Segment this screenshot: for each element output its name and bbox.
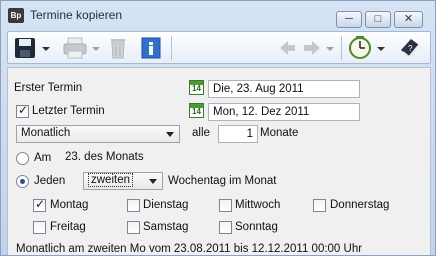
mode-am-label: Am bbox=[34, 152, 52, 164]
weekday-label: Sonntag bbox=[235, 221, 278, 233]
info-button[interactable] bbox=[139, 35, 163, 61]
toolbar: ? bbox=[7, 31, 431, 64]
maximize-icon: □ bbox=[374, 13, 382, 25]
copy-appointments-window: Bp Termine kopieren ─ □ ✕ ? Erster Termi… bbox=[0, 0, 436, 256]
clock-icon bbox=[349, 36, 385, 59]
last-date-checkbox[interactable] bbox=[16, 103, 29, 118]
toolbar-separator bbox=[171, 36, 172, 60]
maximize-button[interactable]: □ bbox=[365, 11, 391, 28]
weekday-suffix-label: Wochentag im Monat bbox=[168, 175, 277, 187]
close-button[interactable]: ✕ bbox=[394, 11, 423, 28]
last-date-calendar-icon[interactable]: 14 bbox=[189, 103, 204, 118]
delete-icon bbox=[111, 39, 125, 59]
chevron-down-icon bbox=[166, 132, 174, 137]
weekday-checkbox-dienstag[interactable] bbox=[127, 199, 140, 212]
weekday-checkbox-samstag[interactable] bbox=[127, 221, 140, 234]
last-date-label: Letzter Termin bbox=[32, 105, 105, 117]
minimize-icon: ─ bbox=[345, 13, 353, 25]
minimize-button[interactable]: ─ bbox=[336, 11, 362, 28]
back-button[interactable] bbox=[277, 35, 297, 61]
weekday-checkbox-donnerstag[interactable] bbox=[313, 199, 326, 212]
delete-button[interactable] bbox=[106, 35, 130, 61]
weekday-checkbox-sonntag[interactable] bbox=[219, 221, 232, 234]
forward-button[interactable] bbox=[301, 35, 335, 61]
mode-jeden-label: Jeden bbox=[34, 175, 66, 187]
close-icon: ✕ bbox=[403, 13, 414, 25]
ordinal-select[interactable]: zweiten bbox=[83, 172, 163, 190]
print-button[interactable] bbox=[62, 35, 102, 61]
schedule-button[interactable] bbox=[347, 35, 387, 61]
print-icon bbox=[63, 37, 100, 59]
every-unit-label: Monate bbox=[260, 127, 299, 139]
interval-select-value: Monatlich bbox=[21, 127, 71, 139]
forward-arrow-icon bbox=[304, 41, 334, 55]
weekday-label: Dienstag bbox=[143, 199, 189, 211]
back-arrow-icon bbox=[280, 41, 295, 55]
calendar-number: 14 bbox=[192, 107, 201, 116]
weekday-label: Samstag bbox=[143, 221, 189, 233]
first-date-field[interactable]: Die, 23. Aug 2011 bbox=[208, 80, 360, 98]
chevron-down-icon bbox=[149, 179, 157, 184]
weekday-checkbox-freitag[interactable] bbox=[33, 221, 46, 234]
help-button[interactable]: ? bbox=[397, 35, 423, 61]
save-icon bbox=[15, 38, 50, 58]
form-panel: Erster Termin 14 Die, 23. Aug 2011 Letzt… bbox=[7, 67, 431, 255]
mode-am-radio[interactable] bbox=[16, 152, 29, 165]
first-date-label: Erster Termin bbox=[14, 82, 83, 94]
ordinal-select-value: zweiten bbox=[88, 173, 133, 187]
weekday-label: Montag bbox=[50, 199, 89, 211]
interval-select[interactable]: Monatlich bbox=[16, 125, 180, 143]
svg-text:?: ? bbox=[408, 44, 413, 53]
info-icon bbox=[141, 37, 161, 59]
weekday-label: Freitag bbox=[50, 221, 86, 233]
mode-jeden-radio[interactable] bbox=[16, 175, 29, 188]
calendar-number: 14 bbox=[192, 84, 201, 93]
recurrence-summary: Monatlich am zweiten Mo vom 23.08.2011 b… bbox=[16, 243, 363, 255]
weekday-checkbox-mittwoch[interactable] bbox=[219, 199, 232, 212]
weekday-label: Donnerstag bbox=[330, 199, 390, 211]
save-button[interactable] bbox=[12, 35, 52, 61]
help-book-icon: ? bbox=[401, 39, 420, 59]
every-label: alle bbox=[192, 127, 210, 139]
toolbar-separator bbox=[341, 36, 342, 60]
weekday-label: Mittwoch bbox=[235, 199, 281, 211]
every-value-field[interactable]: 1 bbox=[218, 125, 258, 143]
app-icon: Bp bbox=[8, 8, 24, 23]
title-bar[interactable]: Bp Termine kopieren ─ □ ✕ bbox=[1, 1, 435, 29]
window-title: Termine kopieren bbox=[30, 8, 123, 22]
day-of-month-text: 23. des Monats bbox=[65, 151, 144, 163]
weekday-checkbox-montag[interactable] bbox=[33, 197, 46, 212]
first-date-calendar-icon[interactable]: 14 bbox=[189, 80, 204, 95]
last-date-field[interactable]: Mon, 12. Dez 2011 bbox=[208, 103, 360, 121]
